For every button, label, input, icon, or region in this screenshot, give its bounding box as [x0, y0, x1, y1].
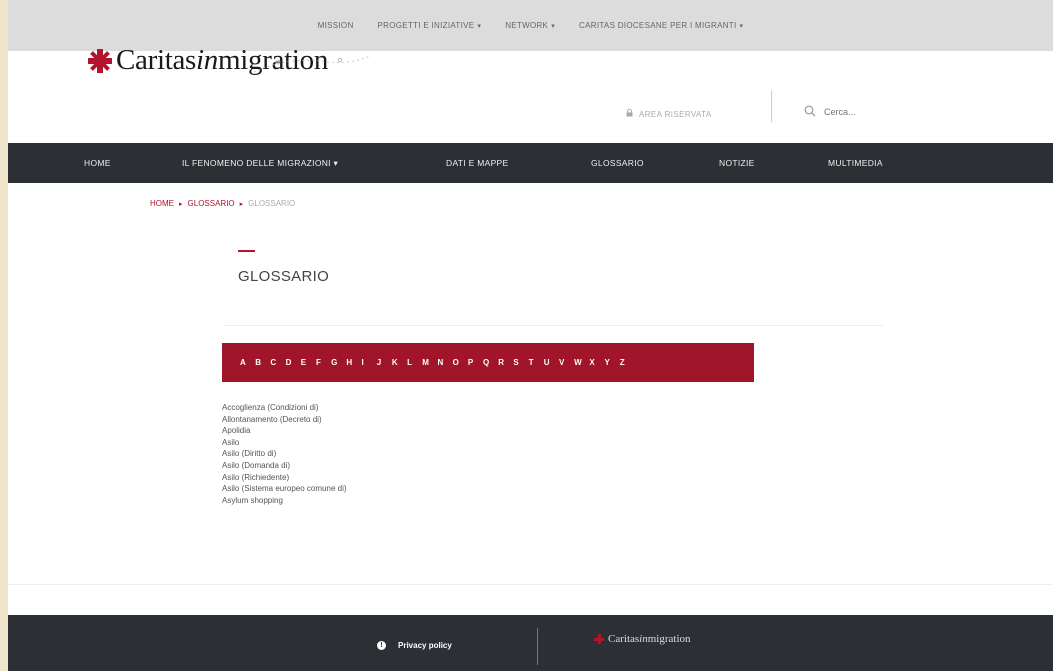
glossary-term-link[interactable]: Asilo (Richiedente) [222, 472, 347, 484]
alphabet-letter-a[interactable]: A [240, 358, 255, 367]
alphabet-letter-z[interactable]: Z [620, 358, 635, 367]
topbar-item-mission[interactable]: MISSION [318, 21, 354, 30]
glossary-term-link[interactable]: Accoglienza (Condizioni di) [222, 402, 347, 414]
page: MISSION PROGETTI E INIZIATIVE ▾ NETWORK … [8, 0, 1053, 671]
caritas-cross-icon [88, 48, 112, 73]
nav-home[interactable]: HOME [84, 158, 111, 168]
info-icon: ! [377, 641, 386, 650]
nav-glossario[interactable]: GLOSSARIO [591, 158, 644, 168]
divider [8, 584, 1053, 585]
breadcrumb-section[interactable]: GLOSSARIO [188, 199, 235, 208]
logo-birds-decoration [253, 55, 371, 73]
footer-logo-wordmark: Caritasinmigration [608, 633, 691, 645]
glossary-term-link[interactable]: Allontanamento (Decreto di) [222, 414, 347, 426]
search-icon[interactable] [804, 105, 816, 119]
site-logo[interactable]: Caritasinmigration [88, 44, 371, 77]
glossary-term-list: Accoglienza (Condizioni di) Allontanament… [222, 402, 347, 506]
alphabet-letter-w[interactable]: W [574, 358, 589, 367]
reserved-area-link[interactable]: AREA RISERVATA [626, 108, 712, 119]
glossary-term-link[interactable]: Apolidia [222, 425, 347, 437]
alphabet-letter-r[interactable]: R [498, 358, 513, 367]
alphabet-index: ABCDEFGHIJKLMNOPQRSTUVWXYZ [222, 343, 754, 382]
alphabet-letter-b[interactable]: B [255, 358, 270, 367]
alphabet-letter-s[interactable]: S [513, 358, 528, 367]
topbar-item-progetti[interactable]: PROGETTI E INIZIATIVE ▾ [378, 21, 482, 30]
glossary-term-link[interactable]: Asilo [222, 437, 347, 449]
alphabet-letter-y[interactable]: Y [605, 358, 620, 367]
alphabet-letter-p[interactable]: P [468, 358, 483, 367]
alphabet-letter-v[interactable]: V [559, 358, 574, 367]
alphabet-letter-d[interactable]: D [286, 358, 301, 367]
chevron-down-icon: ▾ [739, 22, 744, 30]
footer-divider [537, 628, 538, 665]
breadcrumb: HOME ▸ GLOSSARIO ▸ GLOSSARIO [150, 199, 295, 208]
alphabet-letter-t[interactable]: T [529, 358, 544, 367]
nav-notizie[interactable]: NOTIZIE [719, 158, 755, 168]
privacy-policy-link[interactable]: ! Privacy policy [377, 641, 452, 650]
nav-multimedia[interactable]: MULTIMEDIA [828, 158, 883, 168]
chevron-right-icon: ▸ [179, 200, 183, 208]
alphabet-letter-h[interactable]: H [346, 358, 361, 367]
alphabet-letter-f[interactable]: F [316, 358, 331, 367]
topbar-item-network[interactable]: NETWORK ▾ [505, 21, 555, 30]
glossary-term-link[interactable]: Asilo (Diritto di) [222, 448, 347, 460]
breadcrumb-home[interactable]: HOME [150, 199, 174, 208]
lock-icon [626, 108, 633, 119]
divider [223, 325, 883, 326]
alphabet-letter-m[interactable]: M [422, 358, 437, 367]
header-divider [771, 90, 772, 122]
alphabet-letter-n[interactable]: N [437, 358, 452, 367]
alphabet-letter-o[interactable]: O [453, 358, 468, 367]
alphabet-letter-k[interactable]: K [392, 358, 407, 367]
chevron-right-icon: ▸ [239, 200, 244, 208]
alphabet-letter-e[interactable]: E [301, 358, 316, 367]
alphabet-letter-g[interactable]: G [331, 358, 346, 367]
footer-logo[interactable]: Caritasinmigration [594, 633, 691, 645]
nav-dati-mappe[interactable]: DATI E MAPPE [446, 158, 508, 168]
alphabet-letter-i[interactable]: I [362, 358, 377, 367]
search-input[interactable] [824, 107, 884, 117]
main-navigation: HOME IL FENOMENO DELLE MIGRAZIONI ▾ DATI… [8, 143, 1053, 183]
caritas-cross-icon [594, 634, 604, 644]
topbar-item-caritas-diocesane[interactable]: CARITAS DIOCESANE PER I MIGRANTI ▾ [579, 21, 743, 30]
glossary-term-link[interactable]: Asilo (Domanda di) [222, 460, 347, 472]
alphabet-letter-l[interactable]: L [407, 358, 422, 367]
alphabet-letter-c[interactable]: C [270, 358, 285, 367]
alphabet-letter-q[interactable]: Q [483, 358, 498, 367]
search-box[interactable] [804, 105, 884, 119]
glossary-term-link[interactable]: Asylum shopping [222, 495, 347, 507]
chevron-down-icon: ▾ [551, 22, 556, 30]
breadcrumb-current: GLOSSARIO [248, 199, 296, 208]
glossary-term-link[interactable]: Asilo (Sistema europeo comune di) [222, 483, 347, 495]
chevron-down-icon: ▾ [477, 22, 482, 30]
nav-fenomeno-migrazioni[interactable]: IL FENOMENO DELLE MIGRAZIONI ▾ [182, 158, 338, 169]
alphabet-letter-u[interactable]: U [544, 358, 559, 367]
page-title: GLOSSARIO [238, 268, 330, 285]
alphabet-letter-j[interactable]: J [377, 358, 392, 367]
footer: ! Privacy policy Caritasinmigration [8, 615, 1053, 671]
title-accent-bar [238, 250, 255, 252]
alphabet-letter-x[interactable]: X [589, 358, 604, 367]
